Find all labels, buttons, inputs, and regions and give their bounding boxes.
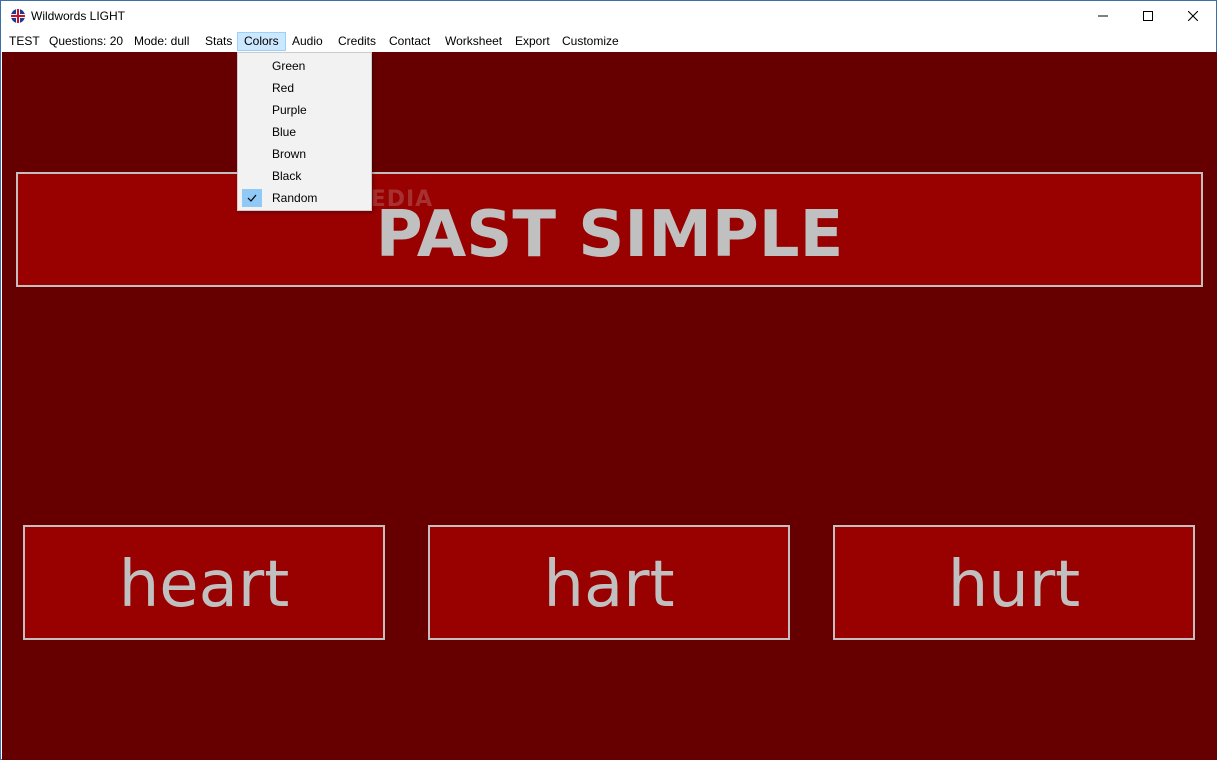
maximize-button[interactable]	[1125, 1, 1171, 31]
colors-option-red[interactable]: Red	[240, 77, 369, 99]
option-label: Random	[272, 191, 318, 205]
menu-worksheet[interactable]: Worksheet	[438, 32, 509, 51]
answer-option-3[interactable]: hurt	[833, 525, 1195, 640]
colors-dropdown-menu: Green Red Purple Blue Brown Black Random	[237, 52, 372, 211]
answer-option-1[interactable]: heart	[23, 525, 385, 640]
colors-option-black[interactable]: Black	[240, 165, 369, 187]
app-window: Wildwords LIGHT TEST Questions: 20 Mode:…	[0, 0, 1217, 760]
answer-label: hurt	[947, 547, 1081, 622]
colors-option-blue[interactable]: Blue	[240, 121, 369, 143]
menu-test[interactable]: TEST	[2, 32, 47, 51]
colors-option-green[interactable]: Green	[240, 55, 369, 77]
menu-audio[interactable]: Audio	[285, 32, 330, 51]
option-label: Purple	[272, 103, 307, 117]
menu-contact[interactable]: Contact	[382, 32, 437, 51]
option-label: Blue	[272, 125, 297, 139]
colors-option-brown[interactable]: Brown	[240, 143, 369, 165]
answer-label: heart	[118, 547, 290, 622]
uk-flag-icon	[11, 9, 25, 23]
menu-customize[interactable]: Customize	[555, 32, 626, 51]
minimize-button[interactable]	[1080, 1, 1126, 31]
window-title: Wildwords LIGHT	[31, 9, 126, 23]
menu-stats[interactable]: Stats	[198, 32, 239, 51]
option-label: Black	[272, 169, 302, 183]
question-panel: PAST SIMPLE	[16, 172, 1203, 287]
option-label: Red	[272, 81, 295, 95]
title-bar[interactable]: Wildwords LIGHT	[1, 1, 1216, 31]
question-prompt: PAST SIMPLE	[375, 197, 844, 272]
close-button[interactable]	[1170, 1, 1216, 31]
answer-option-2[interactable]: hart	[428, 525, 790, 640]
maximize-icon	[1143, 11, 1153, 21]
menu-bar: TEST Questions: 20 Mode: dull Stats Colo…	[1, 31, 1216, 51]
game-area: PAST SIMPLE heart hart hurt	[2, 52, 1217, 760]
answer-label: hart	[543, 547, 675, 622]
menu-credits[interactable]: Credits	[331, 32, 383, 51]
option-label: Brown	[272, 147, 307, 161]
check-icon	[242, 189, 262, 207]
option-label: Green	[272, 59, 306, 73]
menu-questions[interactable]: Questions: 20	[42, 32, 130, 51]
colors-option-purple[interactable]: Purple	[240, 99, 369, 121]
colors-option-random[interactable]: Random	[240, 187, 369, 209]
menu-export[interactable]: Export	[508, 32, 557, 51]
menu-mode[interactable]: Mode: dull	[127, 32, 196, 51]
minimize-icon	[1098, 15, 1108, 17]
menu-colors[interactable]: Colors	[237, 32, 286, 51]
close-icon	[1188, 11, 1198, 21]
